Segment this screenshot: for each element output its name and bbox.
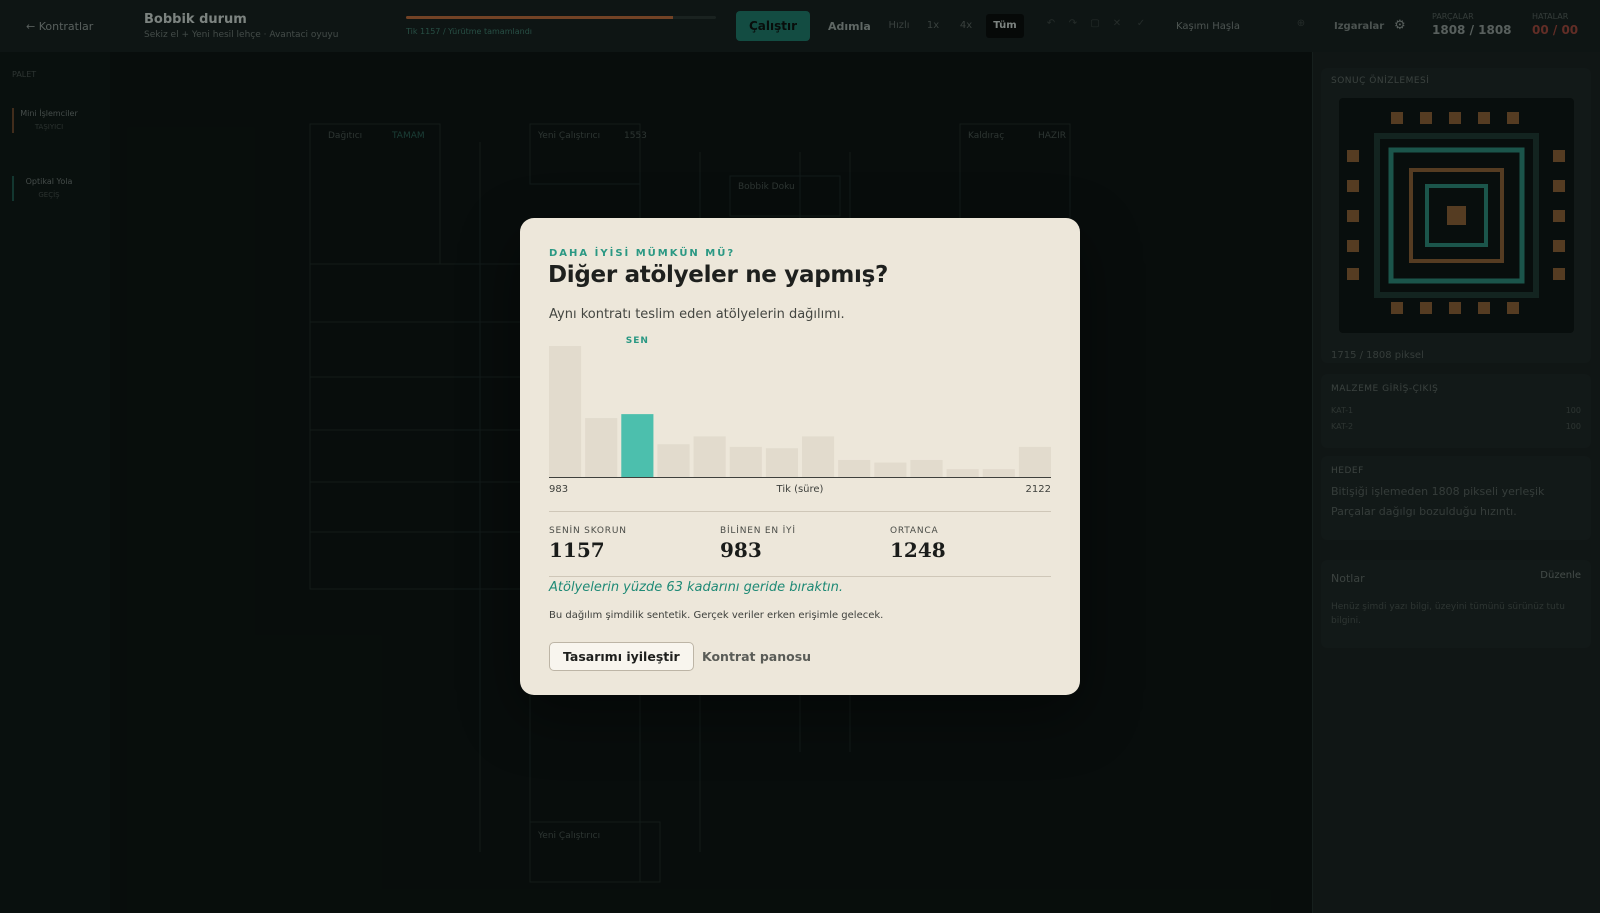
histogram-bar [1018,446,1051,477]
histogram-bar [982,469,1015,477]
modal-description: Aynı kontratı teslim eden atölyelerin da… [549,307,845,322]
synthetic-data-note: Bu dağılım şimdilik sentetik. Gerçek ver… [549,610,884,621]
histogram-bar [874,462,907,477]
x-axis-min-label: 983 [549,484,568,495]
divider [549,511,1051,512]
histogram-bar [729,446,762,477]
improve-design-button[interactable]: Tasarımı iyileştir [549,642,694,671]
stat-value: 1157 [549,538,605,562]
histogram-bar [910,459,943,477]
histogram-bar-you [621,414,654,477]
modal-eyebrow: DAHA İYİSİ MÜMKÜN MÜ? [549,248,736,259]
histogram-bar [585,418,618,477]
percentile-message: Atölyelerin yüzde 63 kadarını geride bır… [549,580,844,595]
histogram-bar [693,436,726,477]
x-axis-max-label: 2122 [1026,484,1051,495]
median-stat: ORTANCA 1248 [890,526,946,562]
stat-value: 1248 [890,538,946,562]
histogram-bar [946,469,979,477]
your-score-stat: SENİN SKORUN 1157 [549,526,627,562]
histogram-bar [838,459,871,477]
x-axis-title: Tik (süre) [776,484,824,495]
stat-label: ORTANCA [890,526,939,536]
divider [549,576,1051,577]
stat-label: BİLİNEN EN İYİ [720,526,796,536]
histogram-bar [657,444,690,477]
best-known-stat: BİLİNEN EN İYİ 983 [720,526,796,562]
histogram-bar [802,436,835,477]
modal-title: Diğer atölyeler ne yapmış? [548,262,889,288]
score-histogram: SEN 983 Tik (süre) 2122 [549,336,1051,495]
leaderboard-modal: DAHA İYİSİ MÜMKÜN MÜ? Diğer atölyeler ne… [520,218,1080,695]
stat-value: 983 [720,538,762,562]
histogram-bar [765,448,798,477]
contract-board-button[interactable]: Kontrat panosu [702,642,811,671]
you-marker-label: SEN [626,336,649,346]
stat-label: SENİN SKORUN [549,526,627,536]
histogram-bar [549,346,582,477]
